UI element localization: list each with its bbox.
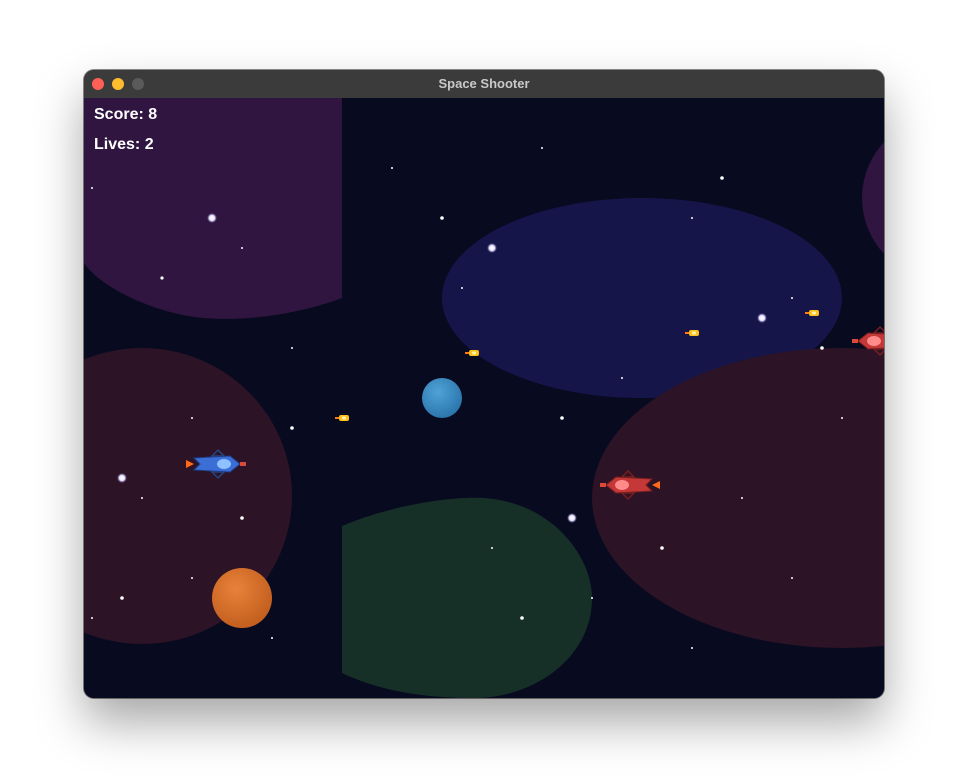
star: [290, 426, 294, 430]
star: [91, 187, 93, 189]
star: [660, 546, 664, 550]
star: [240, 516, 244, 520]
star: [120, 596, 124, 600]
star: [841, 417, 843, 419]
blue-planet: [422, 378, 462, 418]
star: [560, 416, 564, 420]
star: [461, 287, 463, 289]
star: [820, 346, 824, 350]
star: [541, 147, 543, 149]
orange-planet: [212, 568, 272, 628]
star: [491, 547, 493, 549]
star: [621, 377, 623, 379]
star: [440, 216, 444, 220]
star: [720, 176, 724, 180]
bullet: [335, 415, 349, 421]
glow-star: [207, 213, 217, 223]
nebula-green: [342, 497, 592, 698]
score-label: Score: 8: [94, 106, 158, 123]
nebula-purple-topleft: [84, 98, 342, 319]
star: [241, 247, 243, 249]
glow-star: [567, 513, 577, 523]
game-window: Space Shooter Score: 8 Lives: 2: [84, 70, 884, 698]
star: [591, 597, 593, 599]
star: [741, 497, 743, 499]
space-scene: [84, 98, 884, 698]
star: [391, 167, 393, 169]
glow-star: [757, 313, 767, 323]
star: [520, 616, 524, 620]
star: [271, 637, 273, 639]
window-title: Space Shooter: [438, 76, 530, 91]
star: [91, 617, 93, 619]
star: [191, 577, 193, 579]
bullet: [465, 350, 479, 356]
star: [160, 276, 164, 280]
star: [141, 497, 143, 499]
game-canvas[interactable]: Score: 8 Lives: 2: [84, 98, 884, 698]
star: [191, 417, 193, 419]
lives-label: Lives: 2: [94, 136, 154, 153]
star: [291, 347, 293, 349]
star: [791, 577, 793, 579]
star: [691, 217, 693, 219]
glow-star: [117, 473, 127, 483]
glow-star: [487, 243, 497, 253]
nebula-purple-right: [862, 142, 884, 254]
star: [791, 297, 793, 299]
star: [691, 647, 693, 649]
title-bar: Space Shooter: [84, 70, 884, 99]
